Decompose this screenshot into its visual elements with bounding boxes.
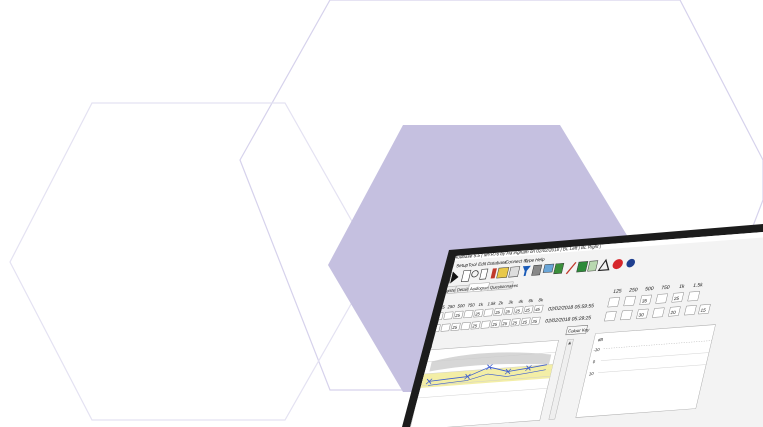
threshold-cell[interactable] [623, 295, 636, 307]
right-audiogram: dB -10 0 10 [575, 324, 716, 418]
threshold-cell[interactable] [607, 297, 620, 308]
threshold-cell[interactable] [652, 307, 665, 318]
freq-header: 250 [628, 287, 638, 294]
threshold-cell[interactable] [480, 320, 491, 329]
threshold-cell[interactable] [443, 311, 454, 320]
threshold-cell[interactable] [620, 309, 633, 321]
menu-help[interactable]: Help [535, 257, 546, 263]
threshold-cell[interactable] [604, 311, 617, 322]
threshold-cell[interactable] [440, 323, 451, 332]
monitor-icon[interactable] [542, 263, 555, 273]
freq-header: 500 [644, 286, 654, 293]
menu-tool[interactable]: Tool [468, 262, 478, 268]
threshold-cell[interactable] [684, 305, 697, 316]
audiogram-area [575, 324, 716, 418]
laptop-screen: Audbase 5.5 | MYR76 by Ha ingham on 02/0… [402, 224, 763, 427]
threshold-cell[interactable] [463, 310, 474, 319]
freq-header: 125 [612, 288, 622, 295]
freq-header: 750 [660, 285, 670, 292]
threshold-cell[interactable] [687, 291, 700, 302]
threshold-cell[interactable] [655, 293, 668, 304]
threshold-cell[interactable] [460, 322, 471, 331]
threshold-cell[interactable] [483, 308, 494, 317]
menu-type[interactable]: Type [524, 258, 536, 264]
